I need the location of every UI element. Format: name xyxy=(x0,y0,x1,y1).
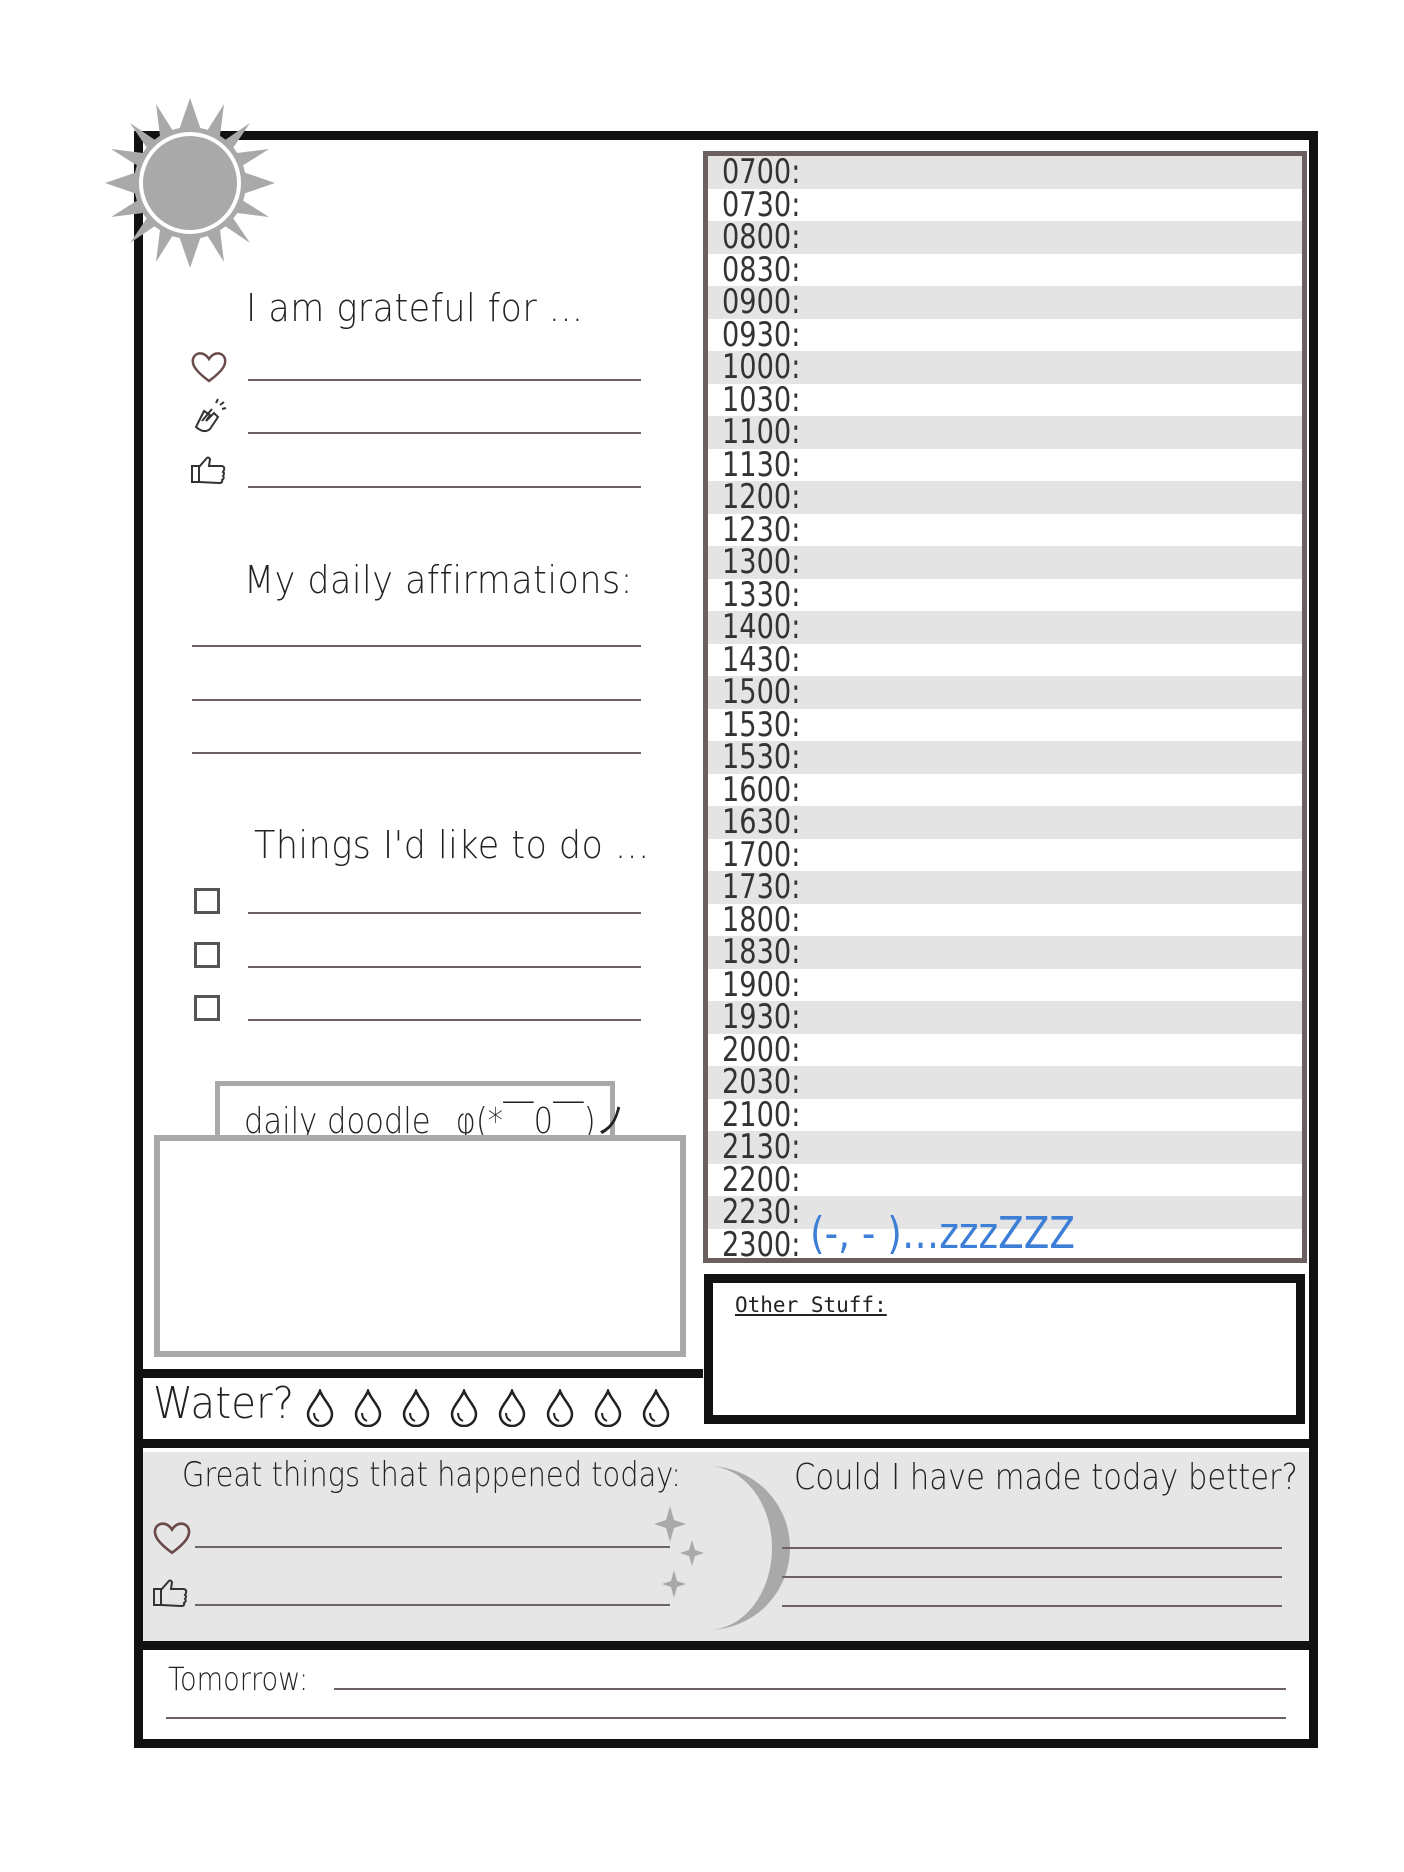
todo-checkbox-3[interactable] xyxy=(194,995,220,1021)
affirmations-heading: My daily affirmations: xyxy=(244,558,633,602)
water-top-divider xyxy=(143,1369,703,1378)
better-heading: Could I have made today better? xyxy=(794,1457,1298,1498)
thumbs-up-icon xyxy=(153,1579,188,1608)
great-line-1[interactable] xyxy=(195,1546,670,1548)
water-drop-icon[interactable] xyxy=(593,1389,623,1427)
water-drop-icon[interactable] xyxy=(305,1389,335,1427)
todo-line-1[interactable] xyxy=(248,912,641,914)
sleep-note: (-, - )…zzzZZZ xyxy=(810,1208,1076,1259)
todo-checkbox-2[interactable] xyxy=(194,942,220,968)
todo-heading: Things I'd like to do ... xyxy=(254,823,650,867)
grateful-line-1[interactable] xyxy=(248,379,641,381)
water-drop-icon[interactable] xyxy=(497,1389,527,1427)
affirmation-line-2[interactable] xyxy=(192,699,641,701)
todo-line-3[interactable] xyxy=(248,1019,641,1021)
affirmation-line-3[interactable] xyxy=(192,752,641,754)
thumbs-up-icon xyxy=(191,456,226,485)
water-drop-icon[interactable] xyxy=(449,1389,479,1427)
other-stuff-box[interactable]: Other Stuff: xyxy=(704,1274,1305,1424)
doodle-tab: daily doodle _φ(*￣0￣)ノ xyxy=(215,1081,626,1142)
tomorrow-line-2[interactable] xyxy=(166,1717,1286,1719)
better-line-2[interactable] xyxy=(782,1576,1282,1578)
grateful-line-2[interactable] xyxy=(248,432,641,434)
water-drop-icon[interactable] xyxy=(545,1389,575,1427)
affirmation-line-1[interactable] xyxy=(192,645,641,647)
tomorrow-line-1[interactable] xyxy=(334,1688,1286,1690)
todo-line-2[interactable] xyxy=(248,966,641,968)
tomorrow-label: Tomorrow: xyxy=(168,1660,309,1698)
todo-checkbox-1[interactable] xyxy=(194,888,220,914)
tomorrow-divider xyxy=(143,1641,1309,1650)
great-things-heading: Great things that happened today: xyxy=(182,1455,682,1495)
other-stuff-label: Other Stuff: xyxy=(735,1293,887,1317)
water-drop-icon[interactable] xyxy=(401,1389,431,1427)
doodle-canvas[interactable] xyxy=(154,1135,686,1357)
better-line-3[interactable] xyxy=(782,1605,1282,1607)
sun-icon xyxy=(105,98,275,268)
star-icon xyxy=(680,1540,704,1566)
heart-icon xyxy=(191,352,227,383)
grateful-line-3[interactable] xyxy=(248,486,641,488)
time-label: 2300: xyxy=(722,1224,801,1263)
grateful-heading: I am grateful for ... xyxy=(246,286,584,330)
star-icon xyxy=(654,1506,686,1542)
hourly-schedule: 0700: 0730: 0800: 0830: 0900: 0930: 1000: 1030:… xyxy=(703,151,1307,1263)
water-label: Water? xyxy=(153,1378,295,1429)
water-bottom-divider xyxy=(143,1439,1309,1448)
moon-icon xyxy=(654,1466,790,1630)
heart-icon xyxy=(153,1522,191,1555)
better-line-1[interactable] xyxy=(782,1547,1282,1549)
star-icon xyxy=(662,1570,686,1598)
water-drop-icon[interactable] xyxy=(641,1389,671,1427)
clapping-hands-icon xyxy=(194,398,227,433)
water-drop-icon[interactable] xyxy=(353,1389,383,1427)
great-line-2[interactable] xyxy=(195,1604,670,1606)
